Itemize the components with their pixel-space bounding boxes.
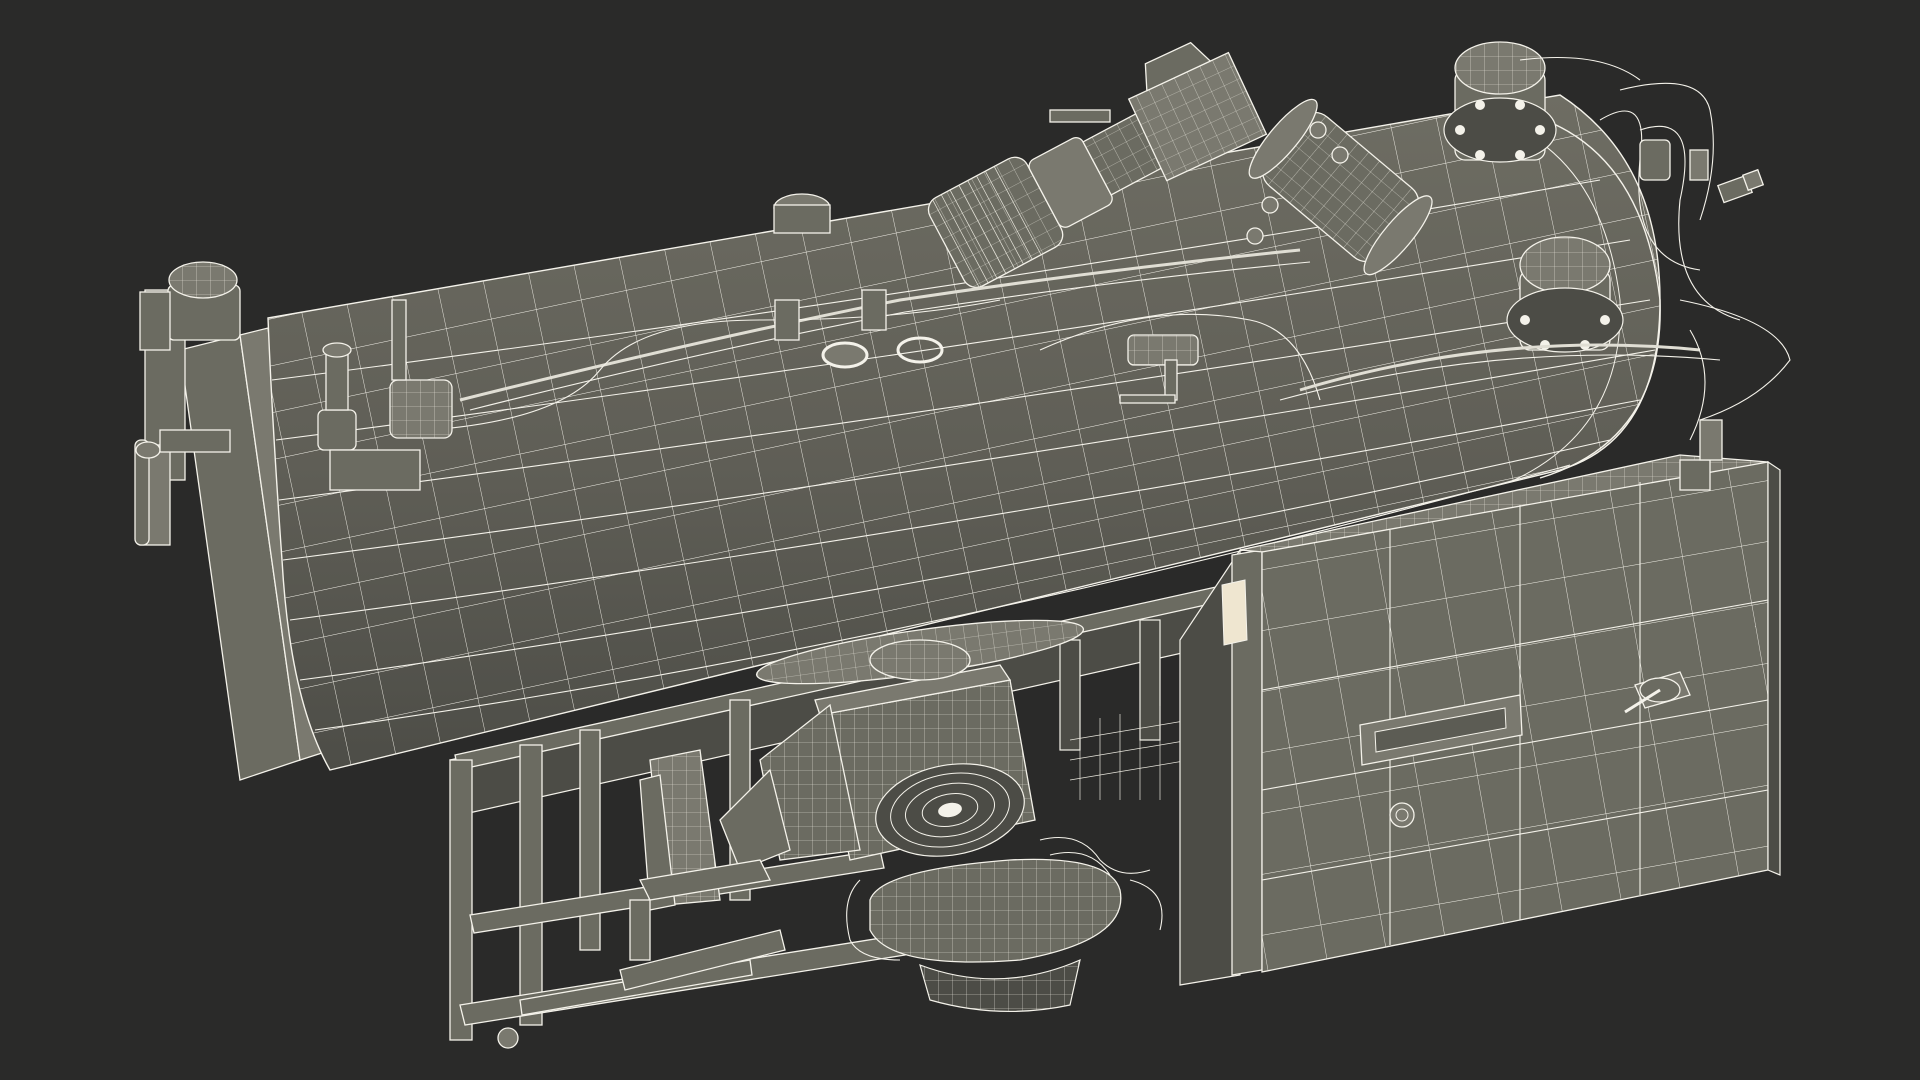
top-cylinder	[1443, 41, 1557, 163]
wireframe-render	[134, 41, 1791, 1049]
side-cylinder	[1506, 236, 1624, 353]
render-viewport	[0, 0, 1920, 1080]
